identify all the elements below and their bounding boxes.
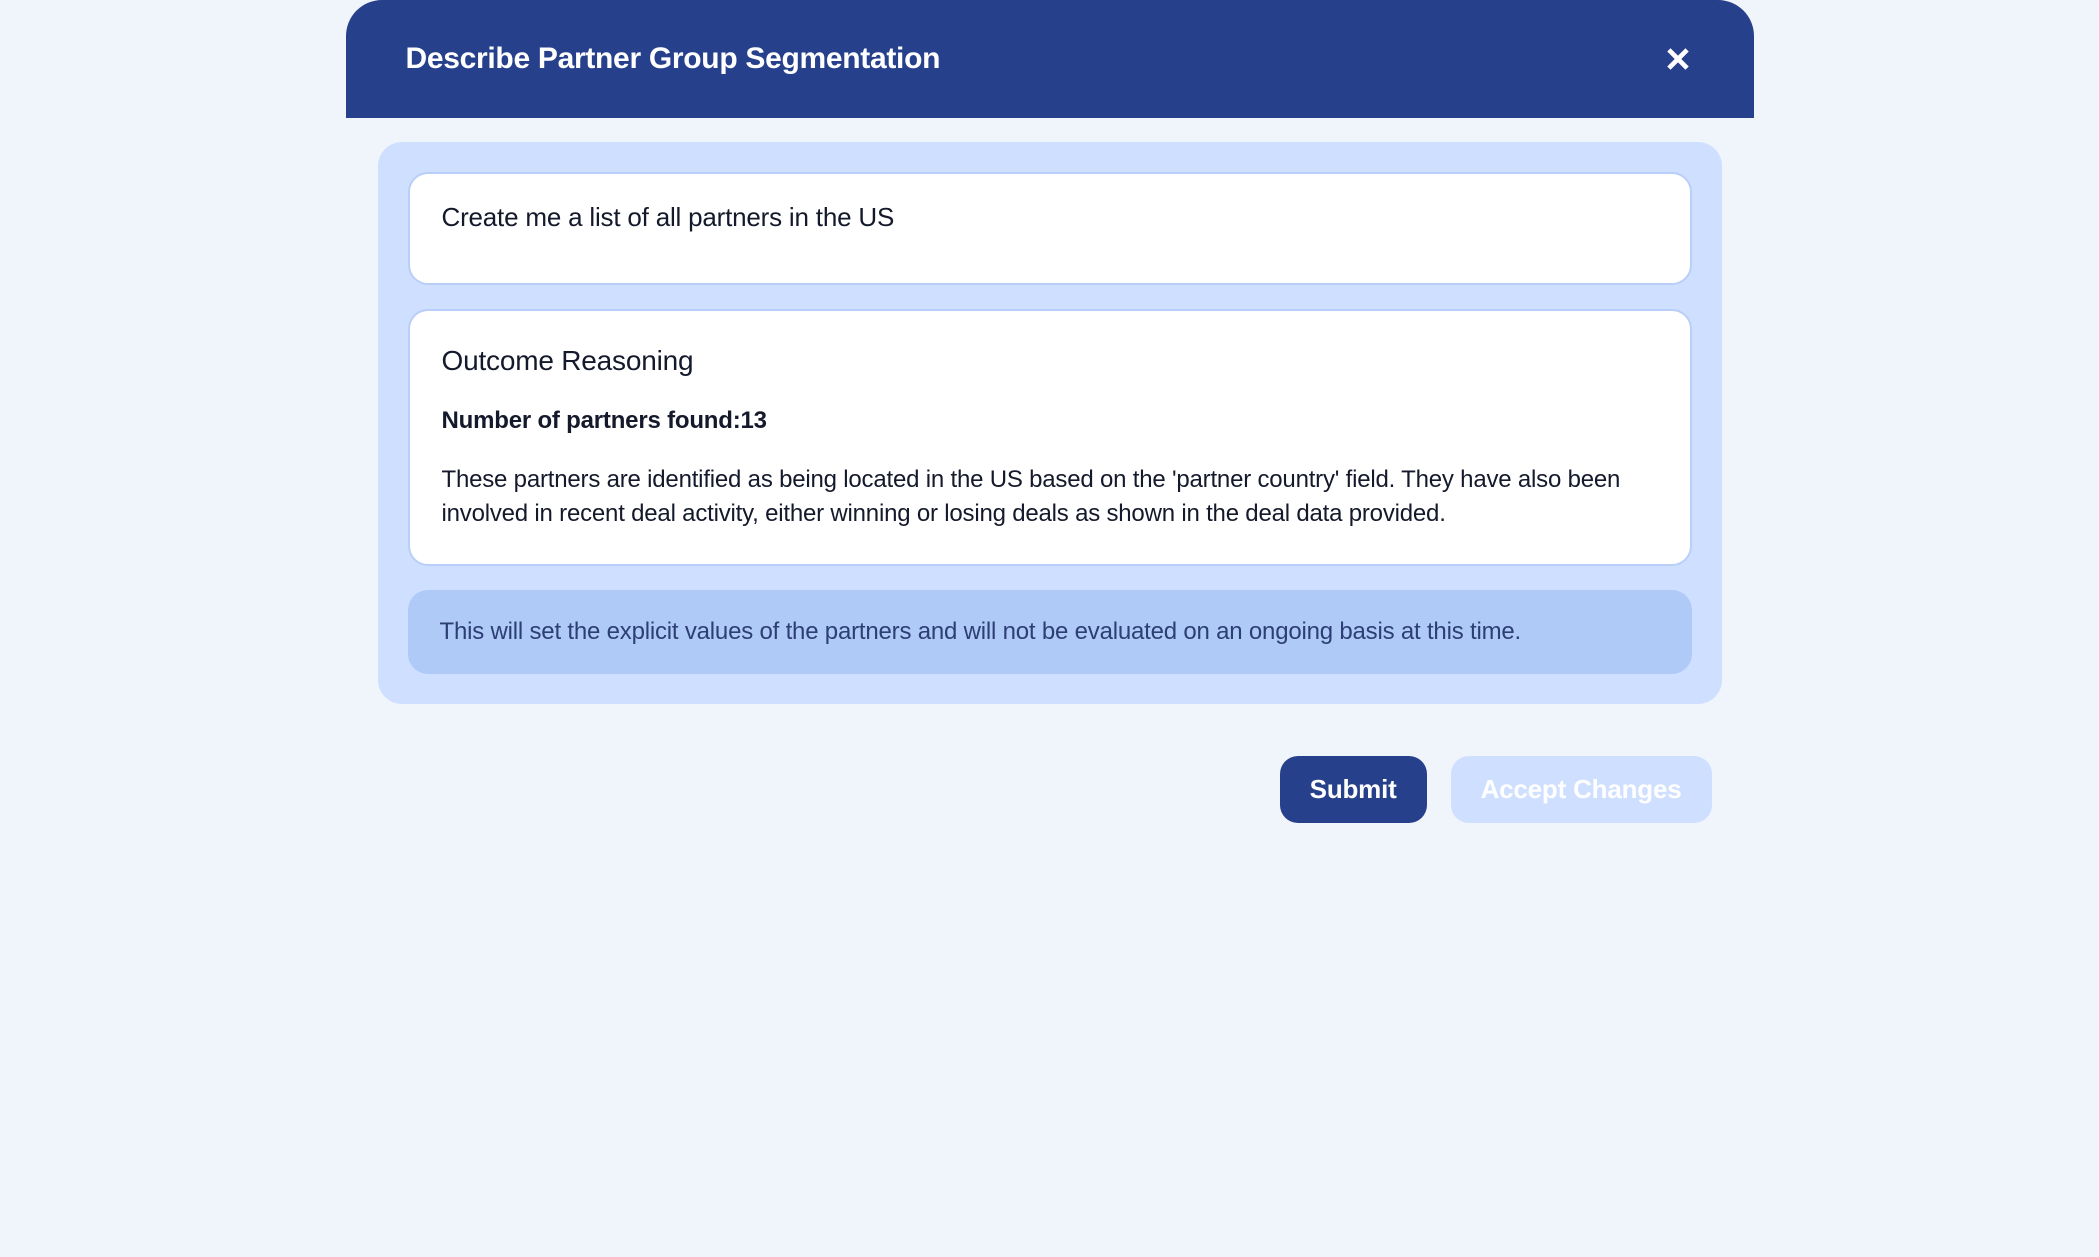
close-button[interactable] bbox=[1662, 43, 1694, 75]
accept-changes-button[interactable]: Accept Changes bbox=[1451, 756, 1712, 823]
reasoning-description: These partners are identified as being l… bbox=[442, 463, 1658, 530]
close-icon bbox=[1662, 43, 1694, 75]
modal-body: Create me a list of all partners in the … bbox=[346, 118, 1754, 736]
prompt-input-card[interactable]: Create me a list of all partners in the … bbox=[408, 172, 1692, 285]
info-note-card: This will set the explicit values of the… bbox=[408, 590, 1692, 674]
outcome-reasoning-card: Outcome Reasoning Number of partners fou… bbox=[408, 309, 1692, 566]
reasoning-title: Outcome Reasoning bbox=[442, 345, 1658, 377]
modal-title: Describe Partner Group Segmentation bbox=[406, 42, 941, 76]
submit-button[interactable]: Submit bbox=[1280, 756, 1427, 823]
partners-found-count: Number of partners found:13 bbox=[442, 407, 1658, 435]
prompt-text: Create me a list of all partners in the … bbox=[442, 202, 1658, 233]
modal-dialog: Describe Partner Group Segmentation Crea… bbox=[346, 0, 1754, 863]
content-panel: Create me a list of all partners in the … bbox=[378, 142, 1722, 704]
modal-footer: Submit Accept Changes bbox=[346, 736, 1754, 863]
modal-header: Describe Partner Group Segmentation bbox=[346, 0, 1754, 118]
info-note-text: This will set the explicit values of the… bbox=[440, 618, 1660, 646]
